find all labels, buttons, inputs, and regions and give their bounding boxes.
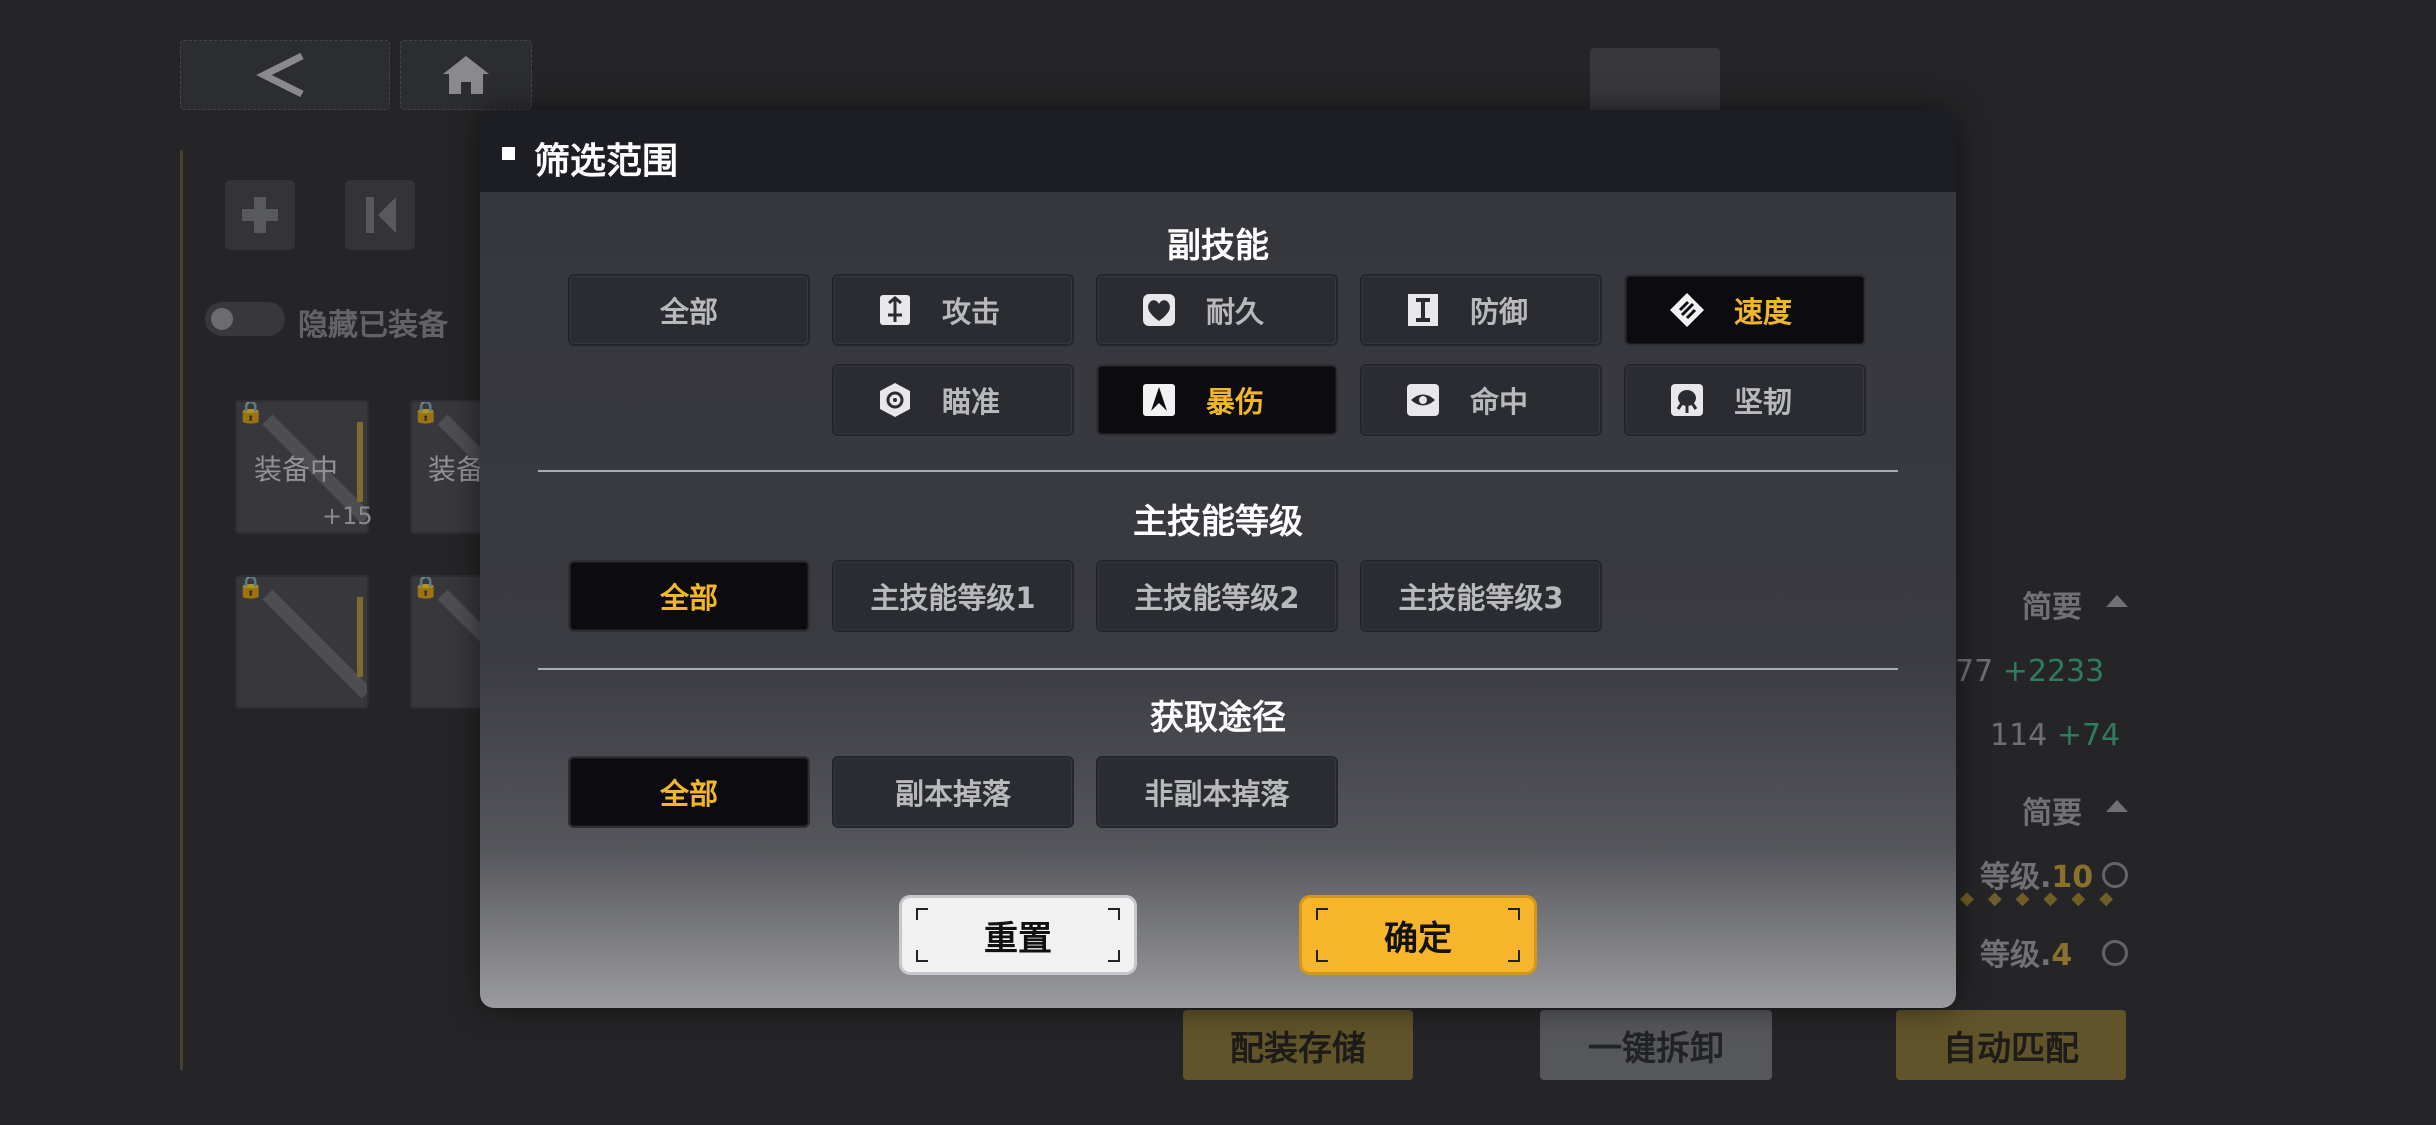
reset-label: 重置 — [984, 918, 1052, 959]
section-divider — [538, 668, 1898, 670]
crit-damage-icon — [1140, 381, 1178, 419]
aim-icon — [876, 381, 914, 419]
option-label: 攻击 — [941, 295, 1000, 329]
option-label: 暴伤 — [1205, 385, 1264, 419]
option-label: 主技能等级2 — [1134, 581, 1300, 615]
option-label: 全部 — [659, 777, 718, 811]
speed-icon — [1668, 291, 1706, 329]
tenacity-icon — [1668, 381, 1706, 419]
durability-icon — [1140, 291, 1178, 329]
modal-header: 筛选范围 — [480, 110, 1956, 192]
filter-option-aim[interactable]: 瞄准 — [832, 364, 1074, 436]
filter-option-durability[interactable]: 耐久 — [1096, 274, 1338, 346]
option-label: 瞄准 — [941, 385, 1000, 419]
option-label: 速度 — [1733, 295, 1792, 329]
filter-option-all[interactable]: 全部 — [568, 274, 810, 346]
filter-option-tenacity[interactable]: 坚韧 — [1624, 364, 1866, 436]
attack-icon — [876, 291, 914, 329]
filter-option-speed[interactable]: 速度 — [1624, 274, 1866, 346]
filter-option-attack[interactable]: 攻击 — [832, 274, 1074, 346]
section-divider — [538, 470, 1898, 472]
filter-option-main-skill-level-1[interactable]: 主技能等级1 — [832, 560, 1074, 632]
defense-icon — [1404, 291, 1442, 329]
confirm-label: 确定 — [1384, 918, 1452, 959]
option-label: 命中 — [1469, 385, 1528, 419]
filter-option-non-dungeon-drop[interactable]: 非副本掉落 — [1096, 756, 1338, 828]
filter-option-main-skill-level-2[interactable]: 主技能等级2 — [1096, 560, 1338, 632]
filter-option-main-skill-level-3[interactable]: 主技能等级3 — [1360, 560, 1602, 632]
option-label: 主技能等级3 — [1398, 581, 1564, 615]
accuracy-icon — [1404, 381, 1442, 419]
modal-title: 筛选范围 — [534, 141, 679, 182]
option-label: 防御 — [1469, 295, 1528, 329]
option-label: 全部 — [659, 581, 718, 615]
filter-modal: 筛选范围 副技能 全部 攻击 耐久 防御 速度 瞄准 暴伤 命中 坚韧 主技能等… — [480, 110, 1956, 1008]
option-label: 非副本掉落 — [1144, 777, 1290, 811]
filter-option-dungeon-drop[interactable]: 副本掉落 — [832, 756, 1074, 828]
section-title-main-skill-level: 主技能等级 — [1133, 502, 1303, 542]
option-label: 副本掉落 — [894, 777, 1011, 811]
filter-option-accuracy[interactable]: 命中 — [1360, 364, 1602, 436]
reset-button[interactable]: 重置 — [902, 898, 1134, 972]
section-title-sub-skill: 副技能 — [1167, 226, 1269, 266]
confirm-button[interactable]: 确定 — [1302, 898, 1534, 972]
filter-option-defense[interactable]: 防御 — [1360, 274, 1602, 346]
section-title-source: 获取途径 — [1150, 698, 1286, 738]
option-label: 坚韧 — [1733, 385, 1792, 419]
option-label: 耐久 — [1205, 295, 1264, 329]
filter-option-crit-damage[interactable]: 暴伤 — [1096, 364, 1338, 436]
title-marker — [502, 147, 515, 160]
option-label: 全部 — [659, 295, 718, 329]
option-label: 主技能等级1 — [870, 581, 1036, 615]
filter-option-all[interactable]: 全部 — [568, 560, 810, 632]
filter-option-all[interactable]: 全部 — [568, 756, 810, 828]
